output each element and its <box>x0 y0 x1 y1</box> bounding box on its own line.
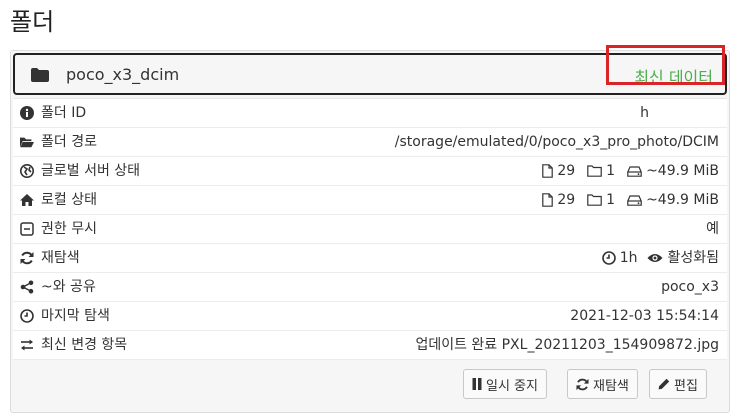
row-rescan: 재탐색 1h 활성화됨 <box>13 244 727 273</box>
pause-icon <box>472 378 482 390</box>
pause-button[interactable]: 일시 중지 <box>463 369 547 399</box>
rescan-value: 1h 활성화됨 <box>601 244 719 272</box>
home-icon <box>20 194 34 206</box>
row-label: 권한 무시 <box>41 221 97 237</box>
folder-outline-icon <box>587 165 602 177</box>
folder-details-table: 폴더 ID h 폴더 경로 /storage/emulated/0/poco_x… <box>13 98 727 360</box>
last-scan-value: 2021-12-03 15:54:14 <box>570 308 719 324</box>
clock-icon <box>20 309 34 323</box>
local-size: ~49.9 MiB <box>646 192 719 208</box>
global-size: ~49.9 MiB <box>646 163 719 179</box>
local-files-count: 29 <box>557 192 576 208</box>
watch-status: 활성화됨 <box>667 250 719 266</box>
row-last-scan: 마지막 탐색 2021-12-03 15:54:14 <box>13 302 727 331</box>
folder-path-value: /storage/emulated/0/poco_x3_pro_photo/DC… <box>394 134 719 150</box>
rescan-interval: 1h <box>619 250 638 266</box>
row-shared-with: ~와 공유 poco_x3 <box>13 273 727 302</box>
edit-button-label: 편집 <box>674 378 698 394</box>
hdd-icon <box>627 165 642 177</box>
rescan-button-label: 재탐색 <box>593 378 629 394</box>
global-state-value: 29 1 ~49.9 MiB <box>542 157 719 185</box>
folder-icon <box>31 68 49 82</box>
refresh-icon <box>576 378 589 390</box>
global-dirs-count: 1 <box>606 163 616 179</box>
row-latest-change: 최신 변경 항목 업데이트 완료 PXL_20211203_154909872.… <box>13 331 727 360</box>
row-folder-id: 폴더 ID h <box>13 99 727 128</box>
folder-id-value: h <box>640 105 649 121</box>
latest-change-value[interactable]: 업데이트 완료 PXL_20211203_154909872.jpg <box>415 331 719 359</box>
row-local-state: 로컬 상태 29 1 ~49.9 MiB <box>13 186 727 215</box>
edit-button[interactable]: 편집 <box>649 369 707 399</box>
local-state-value: 29 1 ~49.9 MiB <box>542 186 719 214</box>
row-folder-path: 폴더 경로 /storage/emulated/0/poco_x3_pro_ph… <box>13 128 727 157</box>
row-global-state: 글로벌 서버 상태 29 1 ~49.9 MiB <box>13 157 727 186</box>
row-label: 글로벌 서버 상태 <box>41 163 141 179</box>
row-label: ~와 공유 <box>41 279 96 295</box>
share-icon <box>20 280 34 294</box>
pencil-icon <box>658 378 670 390</box>
ignore-permissions-value: 예 <box>706 221 719 237</box>
row-label: 최신 변경 항목 <box>41 337 128 353</box>
shared-with-value[interactable]: poco_x3 <box>661 273 719 301</box>
row-label: 재탐색 <box>41 250 80 266</box>
folder-outline-icon <box>587 194 602 206</box>
refresh-icon <box>20 251 34 265</box>
minus-square-icon <box>20 222 34 236</box>
folder-panel: poco_x3_dcim 최신 데이터 폴더 ID h 폴더 경로 /stora… <box>10 50 730 413</box>
hdd-icon <box>627 194 642 206</box>
folder-name: poco_x3_dcim <box>66 65 180 84</box>
folder-panel-header[interactable]: poco_x3_dcim 최신 데이터 <box>13 53 727 95</box>
page-title: 폴더 <box>10 8 55 36</box>
folder-status: 최신 데이터 <box>634 68 713 87</box>
file-icon <box>542 193 554 207</box>
eye-icon <box>647 254 663 262</box>
row-label: 폴더 ID <box>41 105 87 121</box>
info-circle-icon <box>20 106 34 120</box>
local-dirs-count: 1 <box>606 192 616 208</box>
row-label: 로컬 상태 <box>41 192 97 208</box>
row-label: 폴더 경로 <box>41 134 97 150</box>
pause-button-label: 일시 중지 <box>486 378 538 394</box>
exchange-icon <box>21 339 33 351</box>
panel-footer: 일시 중지 재탐색 편집 <box>13 361 727 411</box>
global-files-count: 29 <box>557 163 576 179</box>
file-icon <box>542 164 554 178</box>
row-ignore-permissions: 권한 무시 예 <box>13 215 727 244</box>
globe-icon <box>20 164 34 178</box>
row-label: 마지막 탐색 <box>41 308 110 324</box>
rescan-button[interactable]: 재탐색 <box>567 369 638 399</box>
clock-icon <box>601 251 616 265</box>
folder-open-icon <box>20 137 34 148</box>
